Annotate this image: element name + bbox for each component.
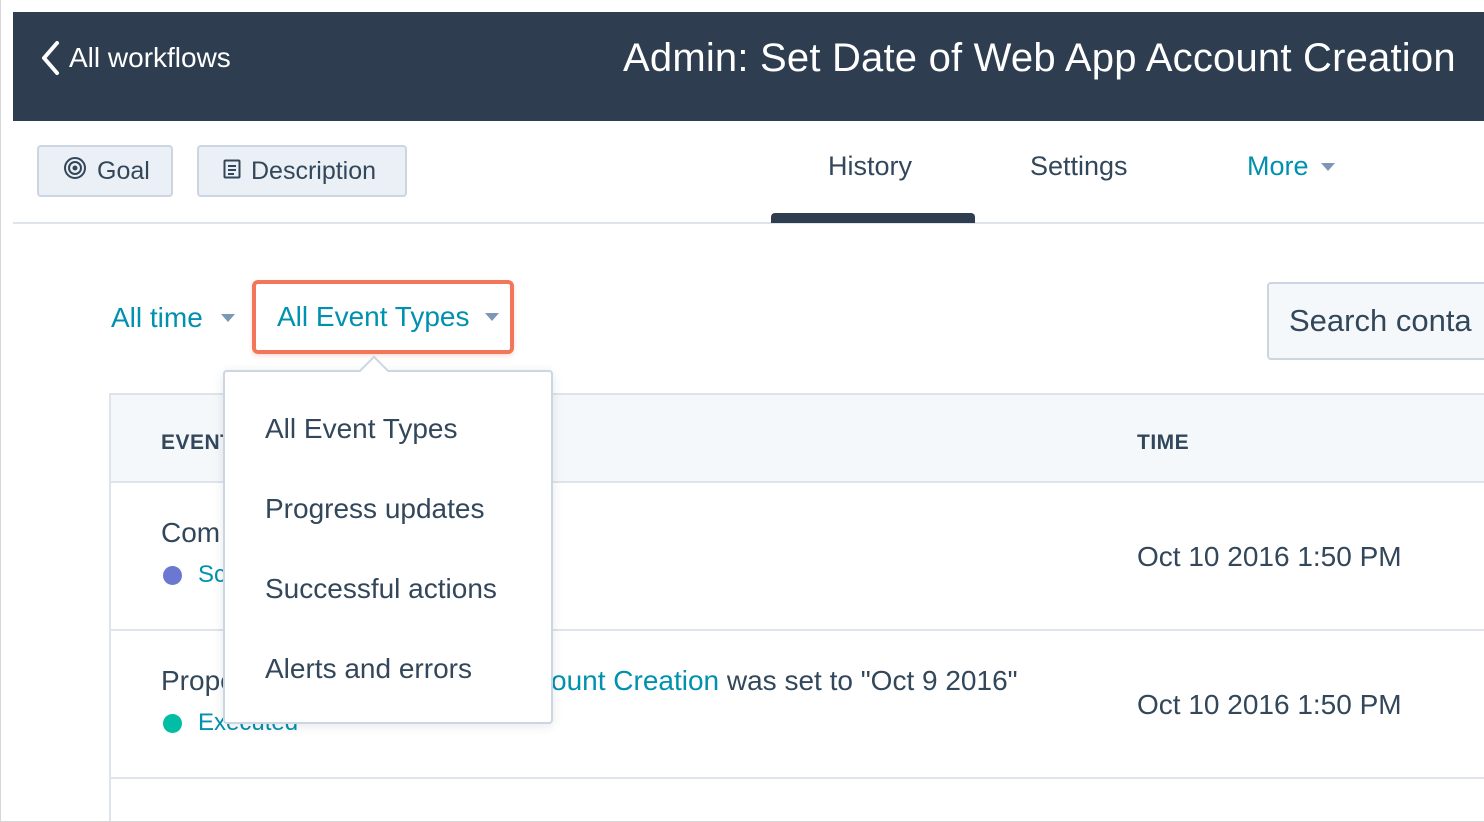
dropdown-item-alerts-and-errors[interactable]: Alerts and errors <box>225 629 551 709</box>
target-icon <box>63 156 87 187</box>
event-time: Oct 10 2016 1:50 PM <box>1137 541 1402 572</box>
event-description: Com <box>161 517 221 548</box>
event-type-dropdown-menu: All Event Types Progress updates Success… <box>223 355 553 724</box>
workflow-title: Admin: Set Date of Web App Account Creat… <box>623 36 1456 80</box>
event-type-filter-dropdown[interactable]: All Event Types <box>252 280 514 354</box>
property-link[interactable]: ount Creation <box>551 665 719 696</box>
dropdown-pointer <box>358 355 390 387</box>
dropdown-item-progress-updates[interactable]: Progress updates <box>225 469 551 549</box>
status-dot-icon <box>163 565 182 585</box>
chevron-left-icon <box>39 40 61 76</box>
event-type-filter-label: All Event Types <box>277 301 470 332</box>
status-label[interactable]: Sc <box>198 561 226 589</box>
dropdown-item-all-event-types[interactable]: All Event Types <box>225 389 551 469</box>
document-icon <box>223 157 241 186</box>
header-bar: All workflows Admin: Set Date of Web App… <box>13 12 1484 121</box>
event-description-tail: ount Creation was set to "Oct 9 2016" <box>551 665 1018 697</box>
event-time: Oct 10 2016 1:50 PM <box>1137 689 1402 720</box>
active-tab-indicator <box>771 213 975 223</box>
back-to-workflows-link[interactable]: All workflows <box>39 40 231 76</box>
dropdown-item-successful-actions[interactable]: Successful actions <box>225 549 551 629</box>
description-button[interactable]: Description <box>197 145 407 197</box>
event-status: Sc <box>163 561 226 589</box>
caret-down-icon <box>485 313 500 321</box>
app-window: All workflows Admin: Set Date of Web App… <box>0 0 1484 822</box>
goal-label: Goal <box>97 156 150 185</box>
event-description-value: was set to "Oct 9 2016" <box>719 665 1018 696</box>
tab-more[interactable]: More <box>1247 151 1335 182</box>
caret-down-icon <box>220 314 235 322</box>
tab-history[interactable]: History <box>828 151 912 182</box>
column-header-time: TIME <box>1137 431 1190 454</box>
time-filter-label: All time <box>111 302 203 333</box>
goal-button[interactable]: Goal <box>37 145 173 197</box>
status-dot-icon <box>163 713 182 733</box>
time-filter-dropdown[interactable]: All time <box>111 302 235 334</box>
search-contacts-input[interactable] <box>1267 282 1484 360</box>
tab-more-label: More <box>1247 151 1309 181</box>
toolbar: Goal Description History Settings More <box>13 121 1484 224</box>
tab-settings[interactable]: Settings <box>1030 151 1128 182</box>
caret-down-icon <box>1320 162 1335 171</box>
description-label: Description <box>251 156 377 185</box>
back-label: All workflows <box>69 42 231 73</box>
